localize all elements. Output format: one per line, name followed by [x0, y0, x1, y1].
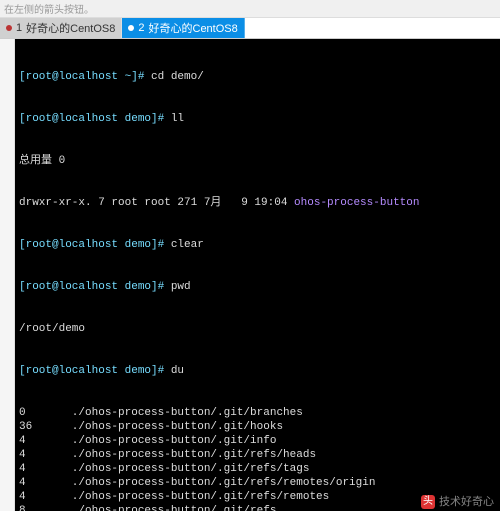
shell-prompt: [root@localhost ~]# — [19, 71, 151, 83]
watermark-icon: 头 — [421, 495, 435, 509]
terminal-container: [root@localhost ~]# cd demo/ [root@local… — [0, 39, 500, 511]
status-dot-icon — [6, 25, 12, 31]
du-row: 4 ./ohos-process-button/.git/refs/heads — [19, 448, 496, 462]
ll-perms: drwxr-xr-x. 7 root root 271 7月 9 19:04 — [19, 197, 294, 209]
cmd-pwd: pwd — [171, 281, 191, 293]
shell-prompt: [root@localhost demo]# — [19, 239, 171, 251]
status-dot-icon — [128, 25, 134, 31]
tab-number: 2 — [138, 22, 144, 34]
du-row: 4 ./ohos-process-button/.git/refs/remote… — [19, 476, 496, 490]
watermark: 头 技术好奇心 — [421, 495, 494, 509]
ll-dirname: ohos-process-button — [294, 197, 419, 209]
tab-session-2[interactable]: 2 好奇心的CentOS8 — [122, 18, 244, 38]
tab-label: 好奇心的CentOS8 — [26, 20, 115, 36]
hint-strip: 在左侧的箭头按钮。 — [0, 0, 500, 18]
shell-prompt: [root@localhost demo]# — [19, 365, 171, 377]
tab-label: 好奇心的CentOS8 — [149, 20, 238, 36]
cmd-du: du — [171, 365, 184, 377]
shell-prompt: [root@localhost demo]# — [19, 113, 171, 125]
du-row: 36 ./ohos-process-button/.git/hooks — [19, 420, 496, 434]
cmd-cd: cd demo/ — [151, 71, 204, 83]
tab-session-1[interactable]: 1 好奇心的CentOS8 — [0, 18, 122, 38]
terminal-output[interactable]: [root@localhost ~]# cd demo/ [root@local… — [15, 39, 500, 511]
shell-prompt: [root@localhost demo]# — [19, 281, 171, 293]
watermark-text: 技术好奇心 — [439, 495, 494, 509]
tab-bar: 1 好奇心的CentOS8 2 好奇心的CentOS8 — [0, 18, 500, 39]
tab-number: 1 — [16, 22, 22, 34]
side-gutter — [0, 39, 15, 511]
du-row: 4 ./ohos-process-button/.git/info — [19, 434, 496, 448]
du-row: 4 ./ohos-process-button/.git/refs/tags — [19, 462, 496, 476]
du-row: 0 ./ohos-process-button/.git/branches — [19, 406, 496, 420]
ll-total: 总用量 0 — [19, 154, 496, 168]
cmd-ll: ll — [171, 113, 184, 125]
cmd-clear: clear — [171, 239, 204, 251]
pwd-output: /root/demo — [19, 322, 496, 336]
